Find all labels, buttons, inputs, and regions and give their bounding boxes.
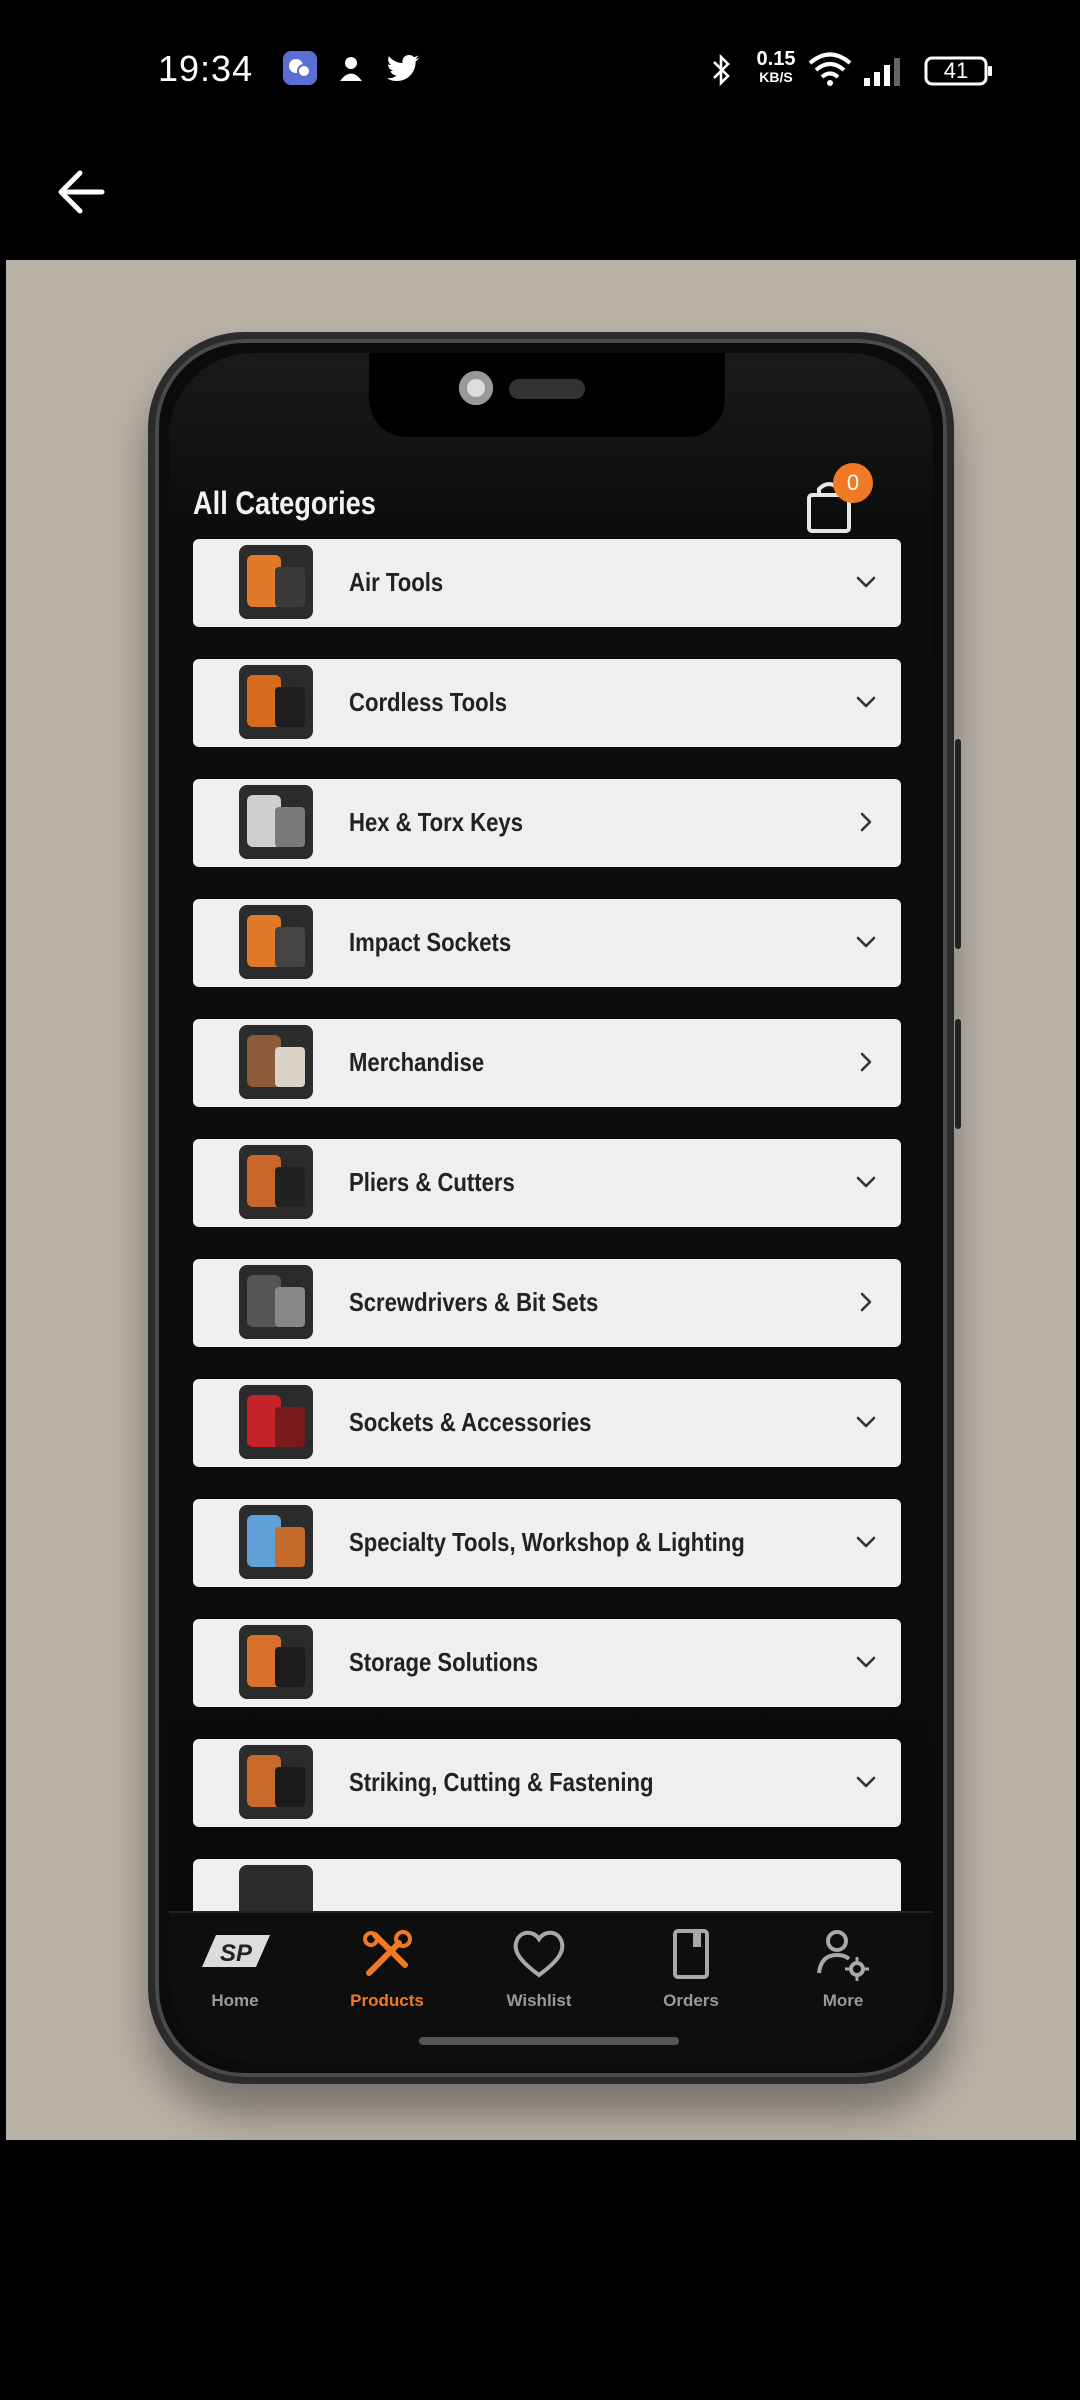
app-notification-icon [282, 50, 318, 91]
category-label: Hex & Torx Keys [349, 807, 524, 837]
category-thumbnail [239, 1745, 313, 1819]
nav-tab-label: Home [211, 1991, 259, 2010]
speaker-grill [509, 379, 585, 399]
category-label: Impact Sockets [349, 927, 512, 957]
page-title: All Categories [193, 485, 376, 521]
category-row[interactable]: Screwdrivers & Bit Sets [193, 1259, 901, 1347]
chevron-down-icon[interactable] [853, 689, 879, 715]
thumbnail-shape [275, 807, 305, 847]
category-thumbnail [239, 1265, 313, 1339]
phone-mockup: All Categories 0 Air Tools Cordless Tools… [148, 332, 961, 2084]
heart-icon [484, 1927, 594, 1985]
thumbnail-shape [275, 1407, 305, 1447]
category-row[interactable]: Hex & Torx Keys [193, 779, 901, 867]
camera-icon [459, 371, 493, 405]
network-speed: 0.15 KB/S [752, 48, 800, 86]
nav-tab-more[interactable]: More [788, 1927, 898, 2011]
category-thumbnail [239, 1385, 313, 1459]
category-thumbnail [239, 1145, 313, 1219]
cart-count-badge: 0 [833, 463, 873, 503]
chevron-down-icon[interactable] [853, 569, 879, 595]
category-thumbnail [239, 545, 313, 619]
user-gear-icon [788, 1927, 898, 1985]
network-speed-unit: KB/S [759, 69, 793, 85]
arrow-left-icon [58, 170, 105, 214]
thumbnail-shape [275, 687, 305, 727]
chevron-down-icon[interactable] [853, 1769, 879, 1795]
book-icon [636, 1927, 746, 1985]
chevron-down-icon[interactable] [853, 1409, 879, 1435]
phone-side-button [955, 1019, 961, 1129]
nav-tab-products[interactable]: Products [332, 1927, 442, 2011]
chevron-down-icon[interactable] [853, 1169, 879, 1195]
category-row[interactable]: Specialty Tools, Workshop & Lighting [193, 1499, 901, 1587]
chevron-down-icon[interactable] [853, 1649, 879, 1675]
category-row[interactable]: Sockets & Accessories [193, 1379, 901, 1467]
thumbnail-shape [275, 927, 305, 967]
nav-tab-label: Orders [663, 1991, 719, 2010]
phone-screen: All Categories 0 Air Tools Cordless Tools… [169, 353, 933, 2063]
category-label: Storage Solutions [349, 1647, 539, 1677]
person-icon [336, 54, 366, 89]
category-label: Merchandise [349, 1047, 485, 1077]
phone-side-button [955, 739, 961, 949]
bluetooth-icon [710, 52, 734, 93]
thumbnail-shape [275, 1647, 305, 1687]
chevron-right-icon[interactable] [853, 1049, 879, 1075]
thumbnail-shape [275, 1287, 305, 1327]
phone-notch [369, 353, 725, 437]
battery-icon: 41 [924, 56, 994, 91]
status-bar: 19:34 0.15 KB/S 41 [0, 0, 1080, 130]
sp-logo-icon: SP [180, 1927, 290, 1985]
tools-icon [332, 1927, 442, 1985]
category-label: Specialty Tools, Workshop & Lighting [349, 1527, 745, 1557]
category-row[interactable]: Impact Sockets [193, 899, 901, 987]
category-row[interactable]: Striking, Cutting & Fastening [193, 1739, 901, 1827]
category-label: Pliers & Cutters [349, 1167, 515, 1197]
back-button[interactable] [52, 160, 116, 224]
category-row[interactable]: Cordless Tools [193, 659, 901, 747]
category-label: Air Tools [349, 567, 444, 597]
chevron-right-icon[interactable] [853, 1289, 879, 1315]
category-label: Striking, Cutting & Fastening [349, 1767, 654, 1797]
category-thumbnail [239, 905, 313, 979]
signal-icon [862, 54, 908, 93]
wifi-icon [808, 52, 852, 91]
category-row[interactable]: Air Tools [193, 539, 901, 627]
thumbnail-shape [275, 567, 305, 607]
nav-tab-wishlist[interactable]: Wishlist [484, 1927, 594, 2011]
nav-tab-home[interactable]: SP Home [180, 1927, 290, 2011]
category-row[interactable]: Storage Solutions [193, 1619, 901, 1707]
bottom-nav: SP Home Products Wishlist Orders More [169, 1911, 933, 2063]
category-thumbnail [239, 1625, 313, 1699]
thumbnail-shape [275, 1527, 305, 1567]
home-indicator [419, 2037, 679, 2045]
category-thumbnail [239, 1025, 313, 1099]
nav-tab-label: Products [350, 1991, 424, 2010]
thumbnail-shape [275, 1167, 305, 1207]
nav-tab-label: More [822, 1991, 864, 2010]
thumbnail-shape [275, 1047, 305, 1087]
chevron-down-icon[interactable] [853, 1529, 879, 1555]
chevron-down-icon[interactable] [853, 929, 879, 955]
chevron-right-icon[interactable] [853, 809, 879, 835]
nav-tab-label: Wishlist [506, 1991, 572, 2010]
svg-text:SP: SP [220, 1940, 253, 1967]
category-label: Sockets & Accessories [349, 1407, 592, 1437]
category-label: Cordless Tools [349, 687, 508, 717]
app-preview-image: All Categories 0 Air Tools Cordless Tools… [6, 260, 1076, 2140]
category-label: Screwdrivers & Bit Sets [349, 1287, 599, 1317]
category-thumbnail [239, 1505, 313, 1579]
status-time: 19:34 [158, 48, 254, 89]
thumbnail-shape [275, 1767, 305, 1807]
category-row[interactable]: Pliers & Cutters [193, 1139, 901, 1227]
category-row[interactable]: Merchandise [193, 1019, 901, 1107]
category-thumbnail [239, 665, 313, 739]
twitter-icon [385, 54, 421, 89]
network-speed-value: 0.15 [756, 48, 796, 70]
category-thumbnail [239, 785, 313, 859]
battery-level: 41 [943, 58, 969, 83]
nav-tab-orders[interactable]: Orders [636, 1927, 746, 2011]
